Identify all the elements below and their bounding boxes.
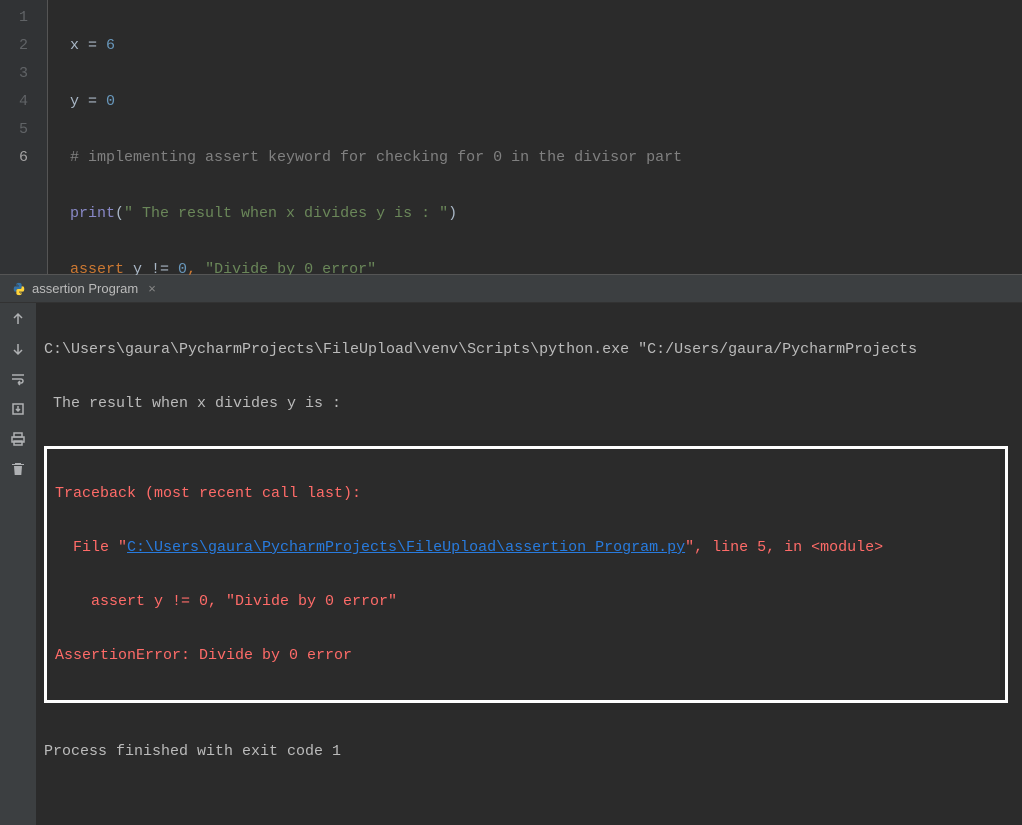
run-tool-window: assertion Program × C:\Users\gaura\Pycha… bbox=[0, 275, 1022, 825]
string-literal: " The result when x divides y is : " bbox=[124, 205, 448, 222]
operator: = bbox=[88, 37, 106, 54]
traceback-highlight: Traceback (most recent call last): File … bbox=[44, 446, 1008, 703]
run-tab-label: assertion Program bbox=[32, 281, 138, 296]
down-stack-icon[interactable] bbox=[6, 337, 30, 361]
run-tab-bar: assertion Program × bbox=[0, 275, 1022, 303]
paren: ( bbox=[115, 205, 124, 222]
trash-icon[interactable] bbox=[6, 457, 30, 481]
variable: x bbox=[70, 37, 88, 54]
line-number: 5 bbox=[0, 116, 47, 144]
console-command: C:\Users\gaura\PycharmProjects\FileUploa… bbox=[44, 336, 1012, 363]
code-body[interactable]: x = 6 y = 0 # implementing assert keywor… bbox=[48, 0, 682, 274]
traceback-file-link[interactable]: C:\Users\gaura\PycharmProjects\FileUploa… bbox=[127, 539, 685, 556]
exit-code: Process finished with exit code 1 bbox=[44, 738, 1012, 765]
traceback-error: AssertionError: Divide by 0 error bbox=[55, 642, 997, 669]
code-line[interactable]: print(" The result when x divides y is :… bbox=[70, 200, 682, 228]
console-output[interactable]: C:\Users\gaura\PycharmProjects\FileUploa… bbox=[36, 303, 1022, 825]
operator: = bbox=[88, 93, 106, 110]
line-number: 2 bbox=[0, 32, 47, 60]
print-icon[interactable] bbox=[6, 427, 30, 451]
line-number: 1 bbox=[0, 4, 47, 32]
line-number: 4 bbox=[0, 88, 47, 116]
console-stdout: The result when x divides y is : bbox=[44, 390, 1012, 417]
gutter: 1 2 3 4 5 6 bbox=[0, 0, 48, 274]
code-editor[interactable]: 1 2 3 4 5 6 x = 6 y = 0 # implementing a… bbox=[0, 0, 1022, 275]
traceback-file-line: File "C:\Users\gaura\PycharmProjects\Fil… bbox=[55, 534, 997, 561]
comment: # implementing assert keyword for checki… bbox=[70, 149, 682, 166]
soft-wrap-icon[interactable] bbox=[6, 367, 30, 391]
code-line[interactable]: y = 0 bbox=[70, 88, 682, 116]
traceback-header: Traceback (most recent call last): bbox=[55, 480, 997, 507]
scroll-to-end-icon[interactable] bbox=[6, 397, 30, 421]
traceback-code: assert y != 0, "Divide by 0 error" bbox=[55, 588, 997, 615]
line-number: 6 bbox=[0, 144, 47, 172]
tb-file-post: ", line 5, in <module> bbox=[685, 539, 883, 556]
paren: ) bbox=[448, 205, 457, 222]
number-literal: 0 bbox=[106, 93, 115, 110]
run-toolbar bbox=[0, 303, 36, 825]
up-stack-icon[interactable] bbox=[6, 307, 30, 331]
code-line[interactable]: # implementing assert keyword for checki… bbox=[70, 144, 682, 172]
variable: y bbox=[70, 93, 88, 110]
python-icon bbox=[12, 282, 26, 296]
tb-file-pre: File " bbox=[55, 539, 127, 556]
number-literal: 6 bbox=[106, 37, 115, 54]
close-icon[interactable]: × bbox=[148, 281, 156, 296]
console-wrap: C:\Users\gaura\PycharmProjects\FileUploa… bbox=[0, 303, 1022, 825]
builtin-fn: print bbox=[70, 205, 115, 222]
code-line[interactable]: x = 6 bbox=[70, 32, 682, 60]
line-number: 3 bbox=[0, 60, 47, 88]
run-tab[interactable]: assertion Program × bbox=[12, 281, 156, 296]
